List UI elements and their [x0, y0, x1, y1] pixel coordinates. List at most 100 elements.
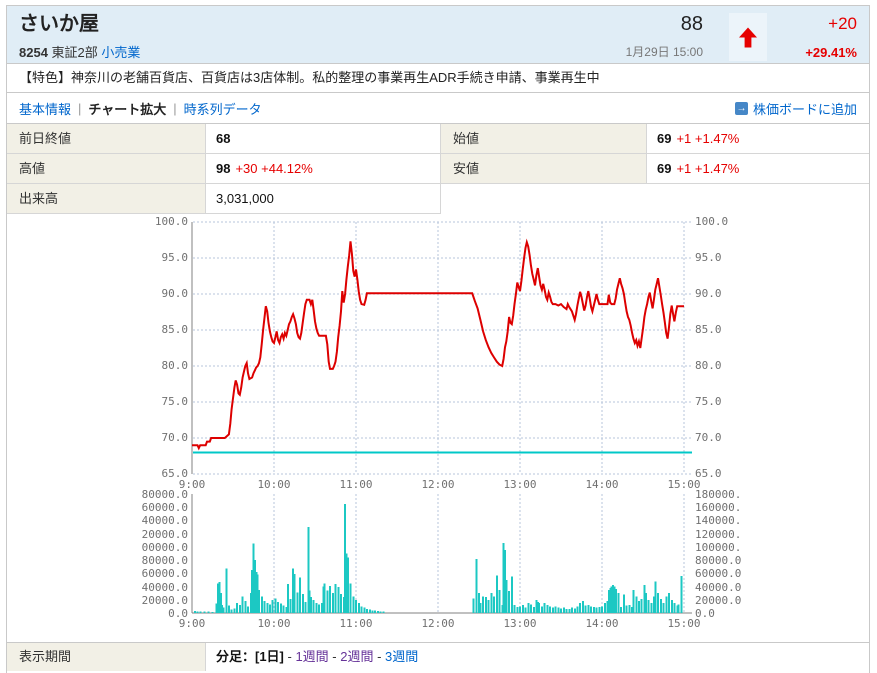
price-y-tick-label: 90.0	[141, 287, 188, 300]
stock-identity: さいか屋 8254 東証2部 小売業	[19, 13, 140, 63]
period-link-3week[interactable]: 3週間	[385, 649, 418, 664]
price-y-tick-label: 70.0	[695, 431, 742, 444]
low-value: 69	[657, 161, 671, 176]
period-link-2week[interactable]: 2週間	[340, 649, 373, 664]
quote-empty-cell	[647, 184, 869, 214]
price-summary: 88 1月29日 15:00 +20 +29.41%	[593, 13, 857, 63]
time-axis-label: 15:00	[661, 478, 707, 491]
high-value: 98	[216, 161, 230, 176]
time-axis-label: 12:00	[415, 617, 461, 630]
price-y-tick-label: 100.0	[695, 215, 742, 228]
volume-y-tick-label: 100000.0	[695, 541, 742, 554]
volume-y-tick-label: 40000.0	[695, 581, 742, 594]
volume-y-tick-label: 160000.0	[695, 501, 742, 514]
quote-label-high: 高値	[7, 154, 206, 184]
time-axis-label: 11:00	[333, 617, 379, 630]
volume-value: 3,031,000	[216, 191, 274, 206]
industry-link[interactable]: 小売業	[101, 45, 140, 60]
tab-basic-info[interactable]: 基本情報	[19, 99, 71, 118]
quote-table: 前日終値 68 始値 69+1 +1.47% 高値 98+30 +44.12% …	[7, 124, 869, 214]
volume-y-tick-label: 120000.0	[695, 528, 742, 541]
quote-label-open: 始値	[441, 124, 647, 154]
quote-value-high: 98 +30 +44.12%	[206, 154, 441, 184]
company-feature-line: 【特色】神奈川の老舗百貨店、百貨店は3店体制。私的整理の事業再生ADR手続き申請…	[7, 64, 869, 93]
quote-label-volume: 出来高	[7, 184, 206, 214]
page-frame: さいか屋 8254 東証2部 小売業 88 1月29日 15:00 +20 +2…	[6, 5, 870, 673]
price-y-tick-label: 85.0	[695, 323, 742, 336]
tab-chart-expand[interactable]: チャート拡大	[88, 99, 166, 118]
display-period-row: 表示期間 分足：[1日] - 1週間 - 2週間 - 3週間	[7, 642, 869, 671]
volume-y-tick-label: 160000.0	[141, 501, 188, 514]
high-extra: +30 +44.12%	[235, 161, 312, 176]
time-axis-label: 13:00	[497, 478, 543, 491]
quote-label-low: 安値	[441, 154, 647, 184]
arrow-right-icon: →	[735, 102, 748, 115]
volume-y-tick-label: 40000.0	[141, 581, 188, 594]
price-y-tick-label: 95.0	[141, 251, 188, 264]
tab-separator: |	[78, 101, 81, 116]
price-y-tick-label: 75.0	[141, 395, 188, 408]
prev-close-value: 68	[216, 131, 230, 146]
tab-bar: 基本情報 | チャート拡大 | 時系列データ → 株価ボードに追加	[7, 93, 869, 124]
tab-group: 基本情報 | チャート拡大 | 時系列データ	[19, 99, 262, 118]
change-block: +20 +29.41%	[789, 13, 857, 60]
quote-empty-cell	[441, 184, 647, 214]
price-y-tick-label: 75.0	[695, 395, 742, 408]
price-y-tick-label: 70.0	[141, 431, 188, 444]
volume-y-tick-label: 140000.0	[695, 514, 742, 527]
chart-area: 100.0 100.0 95.0 95.0 90.0 90.0 85.0 85.0 80.0 80…	[7, 214, 869, 642]
volume-y-tick-label: 60000.0	[141, 567, 188, 580]
low-extra: +1 +1.47%	[676, 161, 739, 176]
page-title: さいか屋	[19, 13, 140, 35]
volume-y-tick-label: 120000.0	[141, 528, 188, 541]
time-axis-label: 14:00	[579, 617, 625, 630]
display-period-options: 分足：[1日] - 1週間 - 2週間 - 3週間	[206, 643, 418, 671]
price-line	[192, 241, 684, 448]
price-y-tick-label: 95.0	[695, 251, 742, 264]
quote-value-low: 69 +1 +1.47%	[647, 154, 869, 184]
price-y-tick-label: 90.0	[695, 287, 742, 300]
tab-time-series[interactable]: 時系列データ	[184, 99, 262, 118]
time-axis-label: 12:00	[415, 478, 461, 491]
current-price: 88	[593, 13, 703, 35]
time-axis-label: 10:00	[251, 478, 297, 491]
time-axis-label: 11:00	[333, 478, 379, 491]
add-to-price-board-label: 株価ボードに追加	[753, 99, 857, 118]
open-value: 69	[657, 131, 671, 146]
period-separator: -	[329, 649, 341, 664]
quote-label-prev-close: 前日終値	[7, 124, 206, 154]
volume-y-tick-label: 100000.0	[141, 541, 188, 554]
price-y-tick-label: 80.0	[141, 359, 188, 372]
period-link-1week[interactable]: 1週間	[295, 649, 328, 664]
price-block: 88 1月29日 15:00	[593, 13, 703, 60]
time-axis-label: 10:00	[251, 617, 297, 630]
price-y-tick-label: 100.0	[141, 215, 188, 228]
volume-y-tick-label: 80000.0	[141, 554, 188, 567]
period-selected: 分足：[1日]	[216, 649, 284, 664]
price-y-tick-label: 80.0	[695, 359, 742, 372]
add-to-price-board-link[interactable]: → 株価ボードに追加	[735, 99, 857, 118]
price-change: +20	[789, 13, 857, 35]
tab-separator: |	[173, 101, 176, 116]
volume-y-tick-label: 60000.0	[695, 567, 742, 580]
time-axis-label: 13:00	[497, 617, 543, 630]
period-separator: -	[284, 649, 296, 664]
price-timestamp: 1月29日 15:00	[593, 43, 703, 60]
stock-market: 東証2部	[52, 45, 98, 60]
time-axis-label: 9:00	[169, 478, 215, 491]
time-axis-label: 9:00	[169, 617, 215, 630]
price-y-tick-label: 85.0	[141, 323, 188, 336]
quote-value-open: 69 +1 +1.47%	[647, 124, 869, 154]
open-extra: +1 +1.47%	[676, 131, 739, 146]
up-arrow-icon	[738, 27, 758, 48]
stock-subtitle: 8254 東証2部 小売業	[19, 42, 140, 61]
volume-y-tick-label: 80000.0	[695, 554, 742, 567]
period-separator: -	[373, 649, 385, 664]
volume-y-tick-label: 20000.0	[695, 594, 742, 607]
quote-value-prev-close: 68	[206, 124, 441, 154]
display-period-label: 表示期間	[7, 643, 206, 671]
price-change-percent: +29.41%	[789, 45, 857, 60]
volume-y-tick-label: 20000.0	[141, 594, 188, 607]
volume-y-tick-label: 140000.0	[141, 514, 188, 527]
time-axis-label: 14:00	[579, 478, 625, 491]
